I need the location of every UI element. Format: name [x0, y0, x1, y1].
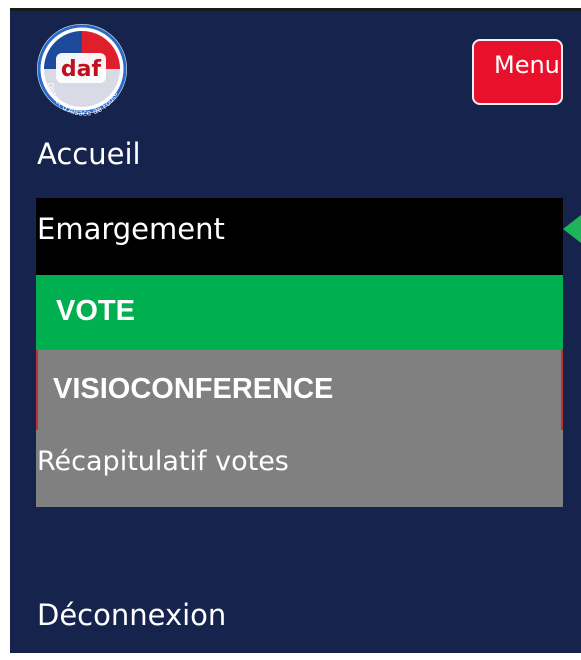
app-frame: daf District d'Alsace de Football Menu A…: [0, 0, 581, 660]
submenu-item-vote[interactable]: VOTE: [56, 295, 135, 328]
bottom-border: [10, 653, 581, 660]
nav-item-accueil[interactable]: Accueil: [37, 137, 141, 171]
nav-panel: daf District d'Alsace de Football Menu A…: [10, 11, 581, 653]
daf-logo[interactable]: daf District d'Alsace de Football: [34, 21, 130, 125]
submenu-item-recapitulatif[interactable]: Récapitulatif votes: [37, 446, 289, 477]
logo-text: daf: [61, 57, 102, 82]
nav-item-emargement[interactable]: Emargement: [37, 212, 225, 246]
menu-button[interactable]: Menu: [472, 39, 563, 105]
arrow-left-icon: [563, 215, 581, 243]
submenu-item-visioconference[interactable]: VISIOCONFERENCE: [53, 373, 333, 406]
submenu-red-edge-right: [561, 350, 563, 430]
submenu-red-edge-left: [36, 350, 38, 430]
nav-item-deconnexion[interactable]: Déconnexion: [37, 598, 226, 632]
